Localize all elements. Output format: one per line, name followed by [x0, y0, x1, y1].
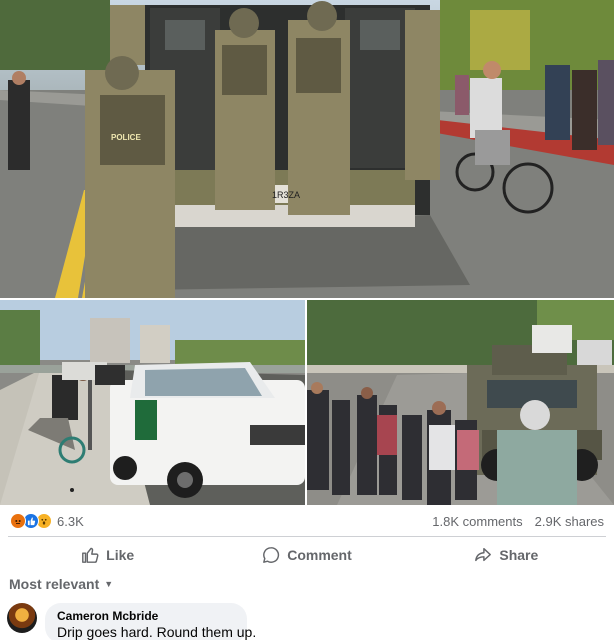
share-button[interactable]: Share — [407, 538, 606, 572]
comment-text: Drip goes hard. Round them up. — [57, 624, 257, 640]
avatar[interactable] — [7, 603, 37, 633]
comment-button-label: Comment — [287, 546, 352, 563]
share-button-label: Share — [499, 546, 539, 563]
share-arrow-icon — [475, 547, 492, 561]
comment-sort-dropdown[interactable]: Most relevant ▼ — [9, 576, 113, 592]
angry-icon — [10, 513, 26, 529]
crowd-armored-vehicle-photo[interactable] — [307, 300, 614, 505]
post-stats-bar: 6.3K 1.8K comments 2.9K shares — [0, 506, 614, 536]
shares-count-link[interactable]: 2.9K shares — [535, 514, 604, 529]
comment-item: Cameron Mcbride Drip goes hard. Round th… — [7, 603, 257, 640]
comments-count-link[interactable]: 1.8K comments — [432, 514, 522, 529]
like-button-label: Like — [106, 546, 135, 563]
armored-vehicle-soldiers-photo[interactable]: POLICE 1R3ZA — [0, 0, 614, 298]
like-button[interactable]: Like — [8, 538, 207, 572]
post-action-bar: Like Comment Share — [8, 536, 606, 572]
reaction-count[interactable]: 6.3K — [57, 514, 84, 529]
comment-bubble: Cameron Mcbride Drip goes hard. Round th… — [45, 603, 257, 640]
comment-author[interactable]: Cameron Mcbride — [57, 609, 235, 623]
thumbs-up-icon — [82, 547, 99, 563]
reactions-summary[interactable]: 6.3K — [10, 513, 84, 529]
chevron-down-icon: ▼ — [104, 579, 114, 589]
white-pickup-truck-photo[interactable] — [0, 300, 305, 505]
comment-button[interactable]: Comment — [207, 538, 406, 572]
comment-bubble-icon — [263, 546, 280, 563]
license-plate-text: 1R3ZA — [272, 190, 300, 200]
police-patch-text: POLICE — [111, 133, 141, 142]
comment-sort-label: Most relevant — [9, 576, 100, 592]
